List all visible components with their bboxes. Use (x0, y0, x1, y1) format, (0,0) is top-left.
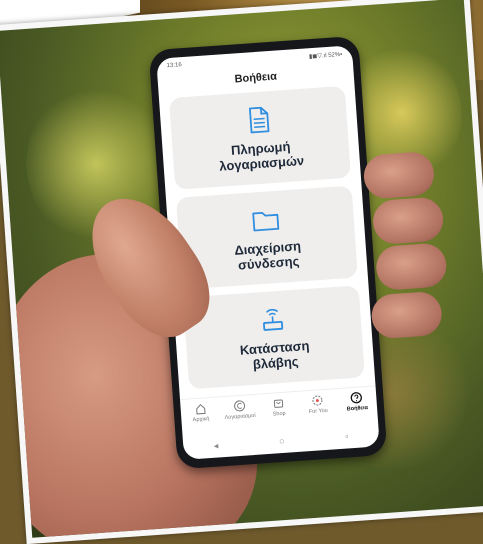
tile-label: Κατάσταση βλάβης (239, 338, 311, 373)
nav-back-button[interactable]: ◂ (213, 440, 218, 451)
finger (375, 242, 448, 291)
tab-label: Αρχική (193, 416, 210, 423)
finger (370, 291, 443, 340)
tab-for-you[interactable]: For You (299, 393, 336, 415)
tab-label: Βοήθεια (347, 405, 369, 412)
photo-card: 13:16 ▮◼▽.ıl 52%▪ Βοήθεια Πληρωμή λογαρι… (0, 0, 483, 544)
tab-label: Λογαριασμοί (224, 413, 255, 421)
finger (372, 196, 445, 245)
tile-label: Πληρωμή λογαριασμών (218, 138, 305, 174)
tab-help[interactable]: Βοήθεια (338, 390, 375, 412)
tile-label: Διαχείριση σύνδεσης (234, 238, 303, 273)
status-time: 13:16 (167, 62, 182, 69)
euro-icon (233, 400, 246, 413)
cart-icon (272, 397, 285, 410)
gift-icon (311, 394, 324, 407)
nav-recents-button[interactable]: ▫ (345, 431, 349, 441)
tab-label: Shop (273, 411, 286, 418)
status-indicators: ▮◼▽.ıl 52%▪ (309, 50, 343, 59)
router-icon (257, 303, 289, 335)
photo: 13:16 ▮◼▽.ıl 52%▪ Βοήθεια Πληρωμή λογαρι… (0, 0, 483, 538)
tile-fault-status[interactable]: Κατάσταση βλάβης (183, 285, 365, 389)
document-icon (243, 104, 275, 136)
folder-icon (250, 204, 282, 236)
tile-bill-payment[interactable]: Πληρωμή λογαριασμών (169, 86, 351, 190)
tab-shop[interactable]: Shop (260, 396, 297, 418)
finger (362, 151, 435, 200)
nav-home-button[interactable]: ○ (279, 436, 285, 446)
tab-home[interactable]: Αρχική (182, 401, 219, 423)
tab-label: For You (309, 408, 328, 415)
home-icon (194, 402, 207, 415)
tab-accounts[interactable]: Λογαριασμοί (221, 399, 258, 421)
help-icon (350, 391, 363, 404)
